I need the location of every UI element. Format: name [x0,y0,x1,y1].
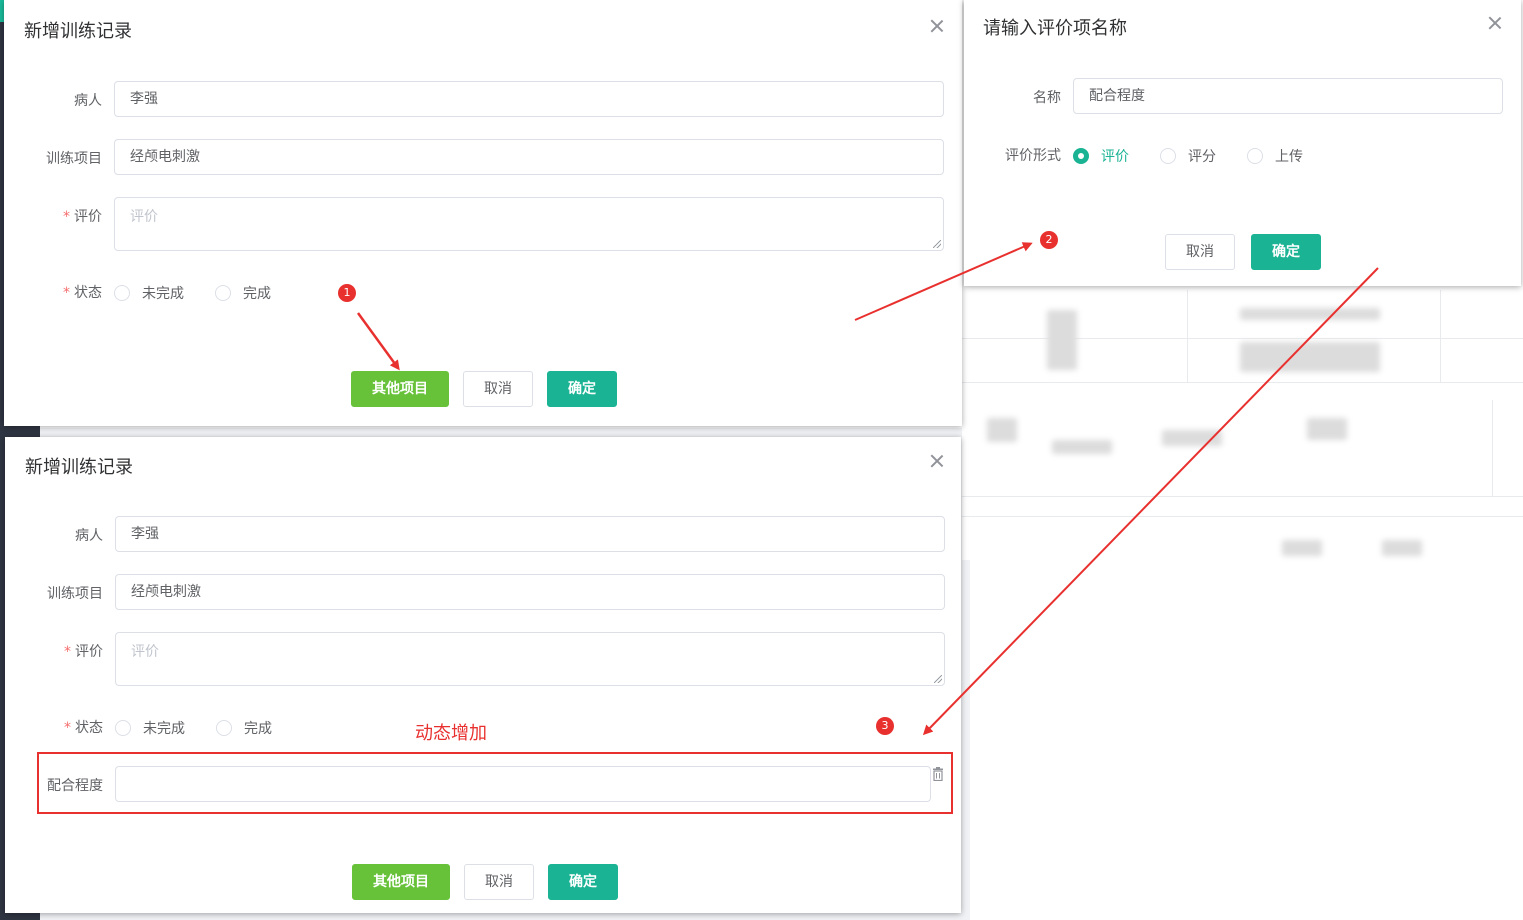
required-mark: * [63,285,70,301]
close-icon[interactable] [930,19,944,33]
radio-circle[interactable] [1247,148,1263,164]
project-label: 训练项目 [46,151,102,167]
radio-circle[interactable] [114,285,130,301]
required-mark: * [64,720,71,736]
required-mark: * [63,209,70,225]
status-radio-incomplete[interactable]: 未完成 [114,283,184,303]
name-input[interactable]: 配合程度 [1073,78,1503,114]
radio-circle[interactable] [1160,148,1176,164]
dynamic-add-annotation: 动态增加 [415,723,487,744]
required-mark: * [64,644,71,660]
cancel-button[interactable]: 取消 [1165,234,1235,270]
patient-label: 病人 [74,93,102,109]
project-input[interactable]: 经颅电刺激 [115,574,945,610]
dialog-title: 新增训练记录 [25,457,133,478]
other-project-button[interactable]: 其他项目 [351,371,449,407]
radio-circle[interactable] [216,720,232,736]
step-badge-3: 3 [876,717,894,735]
resize-handle[interactable] [934,675,942,683]
confirm-button[interactable]: 确定 [1251,234,1321,270]
step-badge-2: 2 [1040,231,1058,249]
eval-label: * 评价 [64,644,103,660]
cancel-button[interactable]: 取消 [464,864,534,900]
cancel-button[interactable]: 取消 [463,371,533,407]
radio-label: 未完成 [143,721,185,737]
status-label: * 状态 [64,720,103,736]
eval-label: * 评价 [63,209,102,225]
radio-circle-checked[interactable] [1073,148,1089,164]
radio-circle[interactable] [115,720,131,736]
add-training-dialog-top: 新增训练记录 病人 李强 训练项目 经颅电刺激 * 评价 评价 * 状态 未完成 完… [4,0,962,426]
dialog-title: 新增训练记录 [24,21,132,42]
form-radio-evaluate[interactable]: 评价 [1073,146,1129,166]
dialog-title: 请输入评价项名称 [983,18,1127,39]
close-icon[interactable] [930,454,944,468]
eval-form-label: 评价形式 [1005,148,1061,164]
other-project-button[interactable]: 其他项目 [352,864,450,900]
project-label: 训练项目 [47,586,103,602]
radio-label: 上传 [1275,149,1303,165]
close-icon[interactable] [1488,16,1502,30]
confirm-button[interactable]: 确定 [547,371,617,407]
add-training-dialog-bottom: 新增训练记录 病人 李强 训练项目 经颅电刺激 * 评价 评价 * 状态 未完成 完… [5,437,961,913]
background-table [962,290,1523,560]
eval-textarea[interactable]: 评价 [114,197,944,251]
patient-label: 病人 [75,528,103,544]
status-radio-incomplete[interactable]: 未完成 [115,718,185,738]
status-radio-complete[interactable]: 完成 [216,718,272,738]
eval-textarea[interactable]: 评价 [115,632,945,686]
confirm-button[interactable]: 确定 [548,864,618,900]
patient-input[interactable]: 李强 [115,516,945,552]
radio-label: 完成 [243,286,271,302]
patient-input[interactable]: 李强 [114,81,944,117]
radio-label: 评价 [1101,149,1129,165]
resize-handle[interactable] [933,240,941,248]
status-radio-complete[interactable]: 完成 [215,283,271,303]
status-label: * 状态 [63,285,102,301]
dynamic-field-highlight-box [37,752,953,814]
form-radio-upload[interactable]: 上传 [1247,146,1303,166]
radio-label: 评分 [1188,149,1216,165]
form-radio-score[interactable]: 评分 [1160,146,1216,166]
step-badge-1: 1 [338,284,356,302]
radio-label: 完成 [244,721,272,737]
radio-circle[interactable] [215,285,231,301]
radio-label: 未完成 [142,286,184,302]
project-input[interactable]: 经颅电刺激 [114,139,944,175]
name-label: 名称 [1033,90,1061,106]
